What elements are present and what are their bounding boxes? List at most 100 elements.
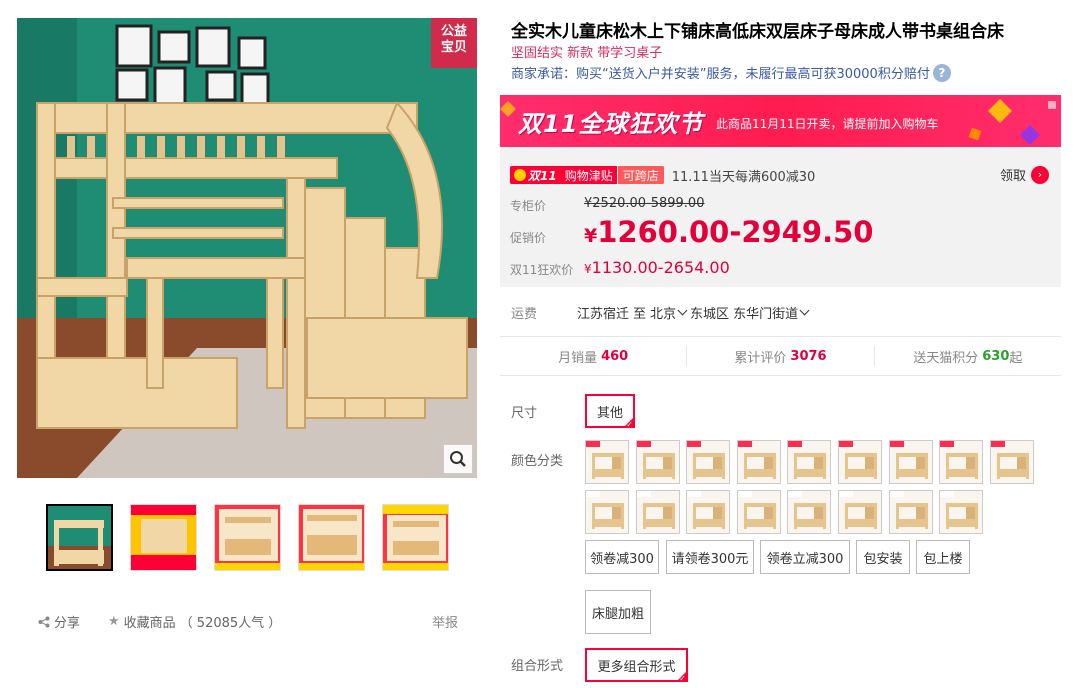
swatch-image (788, 491, 831, 533)
claim-label: 领取 (999, 169, 1026, 184)
color-swatch-13[interactable] (736, 490, 781, 534)
charity-badge-line2: 宝贝 (440, 40, 467, 55)
swatch-image (839, 441, 881, 483)
ship-to-word: 至 (633, 307, 647, 322)
report-link[interactable]: 举报 (432, 612, 458, 631)
merchant-promise-text: 商家承诺：购买“送货入户并安装”服务，未履行最高可获30000积分赔付 (511, 67, 930, 82)
ship-from: 江苏宿迁 (577, 307, 630, 322)
district-value: 东城区 (690, 307, 730, 322)
color-swatch-7[interactable] (888, 440, 933, 484)
color-swatch-1[interactable] (585, 440, 629, 484)
double11-logo: 双11 (510, 166, 561, 184)
promo-price-label: 促销价 (510, 231, 547, 245)
main-product-image[interactable]: 公益 宝贝 (17, 18, 477, 478)
magnifier-icon (450, 451, 466, 467)
share-label: 分享 (54, 616, 81, 631)
city-select[interactable]: 北京 (650, 303, 690, 322)
color-option-3[interactable]: 领卷立减300 (760, 540, 850, 574)
product-title: 全实木儿童床松木上下铺床高低床双层床子母床成人带书桌组合床 (511, 22, 1004, 42)
color-option-6[interactable]: 床腿加粗 (585, 590, 651, 634)
color-swatch-14[interactable] (787, 490, 832, 534)
sale-price-currency: ¥ (584, 262, 592, 276)
favorite-count: （ 52085人气 ） (179, 616, 282, 631)
share-icon (38, 616, 50, 627)
swatch-image (940, 491, 983, 533)
monthly-sales-value: 460 (601, 348, 629, 364)
swatch-image (687, 491, 730, 533)
chevron-down-icon (799, 305, 810, 316)
zoom-button[interactable] (443, 444, 473, 474)
color-option-label: 请领卷300元 (671, 551, 749, 567)
color-swatch-2[interactable] (635, 440, 680, 484)
combo-option-label: 更多组合形式 (597, 659, 676, 675)
color-option-2[interactable]: 请领卷300元 (666, 540, 754, 574)
shipping-destination: 江苏宿迁 至 北京 东城区 东华门街道 (577, 303, 812, 322)
price-panel: 双11全球狂欢节 此商品11月11日开卖，请提前加入购物车 双11 购物津贴 可… (500, 95, 1061, 287)
favorite-button[interactable]: ★ 收藏商品 （ 52085人气 ） (108, 612, 281, 631)
cross-store-badge: 可跨店 (616, 166, 664, 184)
monthly-sales: 月销量 460 (500, 346, 688, 366)
combo-option-selected[interactable]: 更多组合形式 (585, 648, 688, 683)
thumbnail-5[interactable] (382, 504, 449, 571)
color-option-label: 床腿加粗 (592, 606, 645, 622)
thumbnail-strip (46, 504, 449, 571)
size-option-selected[interactable]: 其他 (585, 394, 635, 429)
total-reviews[interactable]: 累计评价 3076 (687, 346, 875, 366)
swatch-image (990, 441, 1033, 483)
color-swatch-12[interactable] (686, 490, 731, 534)
size-option-label: 其他 (596, 405, 623, 421)
thumbnail-image (299, 505, 364, 570)
shipping-label: 运费 (511, 307, 538, 322)
help-icon[interactable]: ? (932, 63, 951, 82)
product-subtitle: 坚固结实 新款 带学习桌子 (511, 46, 663, 61)
color-swatch-6[interactable] (838, 440, 882, 484)
bunk-bed-photo (17, 18, 477, 478)
color-swatch-8[interactable] (939, 440, 984, 484)
swatch-image (636, 491, 679, 533)
color-option-5[interactable]: 包上楼 (916, 540, 970, 574)
charity-badge: 公益 宝贝 (431, 18, 477, 68)
subsidy-row: 双11 购物津贴 可跨店 11.11当天每满600减30 (510, 165, 815, 185)
double11-logo-text: 双11 (528, 168, 557, 183)
thumbnail-4[interactable] (298, 504, 365, 571)
promo-price: ¥1260.00-2949.50 (584, 215, 873, 249)
thumbnail-2[interactable] (130, 504, 197, 571)
stats-bar: 月销量 460 累计评价 3076 送天猫积分 630 起 (500, 336, 1061, 376)
share-button[interactable]: 分享 (38, 612, 80, 631)
swatch-image (889, 491, 932, 533)
color-swatch-10[interactable] (585, 490, 629, 534)
street-value: 东华门街道 (733, 307, 799, 322)
color-swatch-16[interactable] (888, 490, 933, 534)
banner-title: 双11全球狂欢节 (518, 110, 704, 138)
color-swatch-17[interactable] (939, 490, 984, 534)
tmall-points-suffix: 起 (1009, 350, 1023, 366)
sale-price-label: 双11狂欢价 (510, 263, 574, 277)
swatch-image (636, 441, 679, 483)
color-swatch-5[interactable] (787, 440, 832, 484)
color-swatch-4[interactable] (736, 440, 781, 484)
tmall-points-label: 送天猫积分 (913, 350, 979, 366)
swatch-image (940, 441, 983, 483)
street-select[interactable]: 东华门街道 (733, 303, 812, 322)
district-select[interactable]: 东城区 (690, 303, 729, 322)
swatch-image (737, 491, 780, 533)
color-swatch-9[interactable] (989, 440, 1034, 484)
monthly-sales-label: 月销量 (558, 350, 598, 366)
swatch-image (839, 491, 881, 533)
total-reviews-label: 累计评价 (734, 350, 787, 366)
color-option-label: 领卷立减300 (766, 551, 844, 567)
thumbnail-image (383, 505, 448, 570)
thumbnail-1[interactable] (46, 504, 113, 571)
color-swatch-11[interactable] (635, 490, 680, 534)
thumbnail-3[interactable] (214, 504, 281, 571)
shipping-row: 运费 江苏宿迁 至 北京 东城区 东华门街道 (500, 300, 1061, 324)
color-swatch-3[interactable] (686, 440, 731, 484)
color-option-1[interactable]: 领卷减300 (585, 540, 659, 574)
thumbnail-image (215, 505, 280, 570)
promo-price-value: 1260.00-2949.50 (597, 215, 874, 249)
color-swatch-15[interactable] (838, 490, 882, 534)
subsidy-tag: 双11 购物津贴 可跨店 (510, 166, 664, 184)
claim-button[interactable]: 领取 › (1000, 165, 1049, 184)
flame-icon (514, 169, 526, 181)
color-option-4[interactable]: 包安装 (856, 540, 910, 574)
